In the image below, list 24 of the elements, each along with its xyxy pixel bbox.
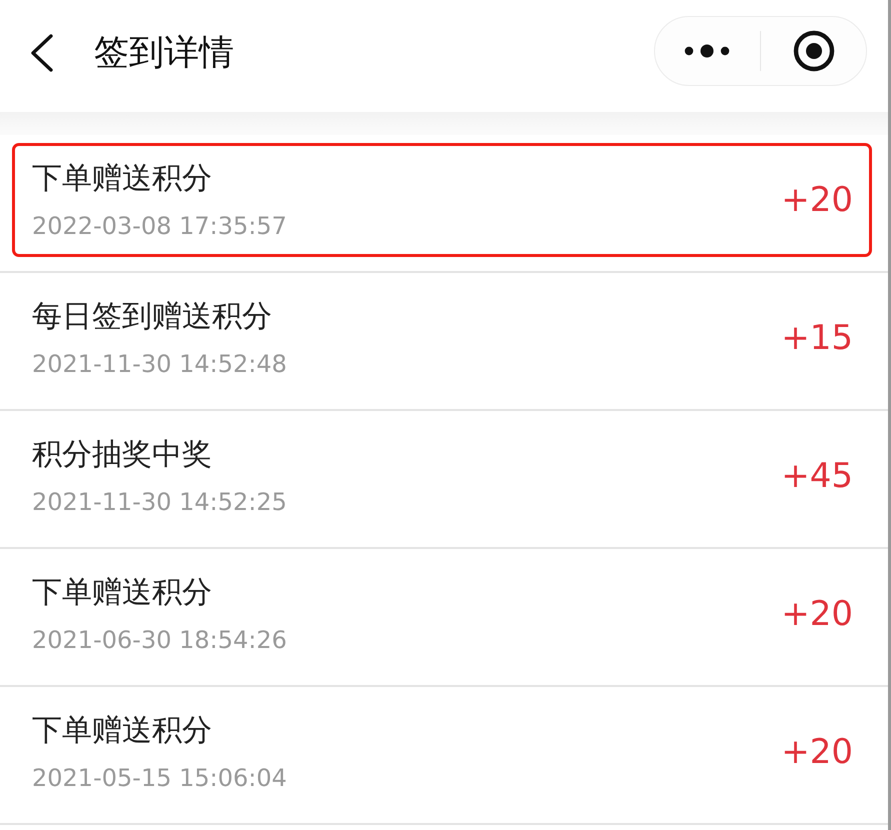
record-title: 每日签到赠送积分: [32, 299, 273, 335]
record-item[interactable]: 下单赠送积分 2022-03-08 17:35:57 +20: [12, 143, 872, 257]
record-time: 2022-03-08 17:35:57: [32, 211, 287, 241]
record-title: 下单赠送积分: [32, 575, 213, 611]
points-amount: +15: [781, 318, 853, 358]
page-title: 签到详情: [94, 32, 235, 74]
record-item[interactable]: 积分抽奖中奖 2021-11-30 14:52:25 +45: [12, 419, 872, 533]
record-item[interactable]: 每日签到赠送积分 2021-11-30 14:52:48 +15: [12, 281, 872, 395]
record-item[interactable]: 下单赠送积分 2021-06-30 18:54:26 +20: [12, 557, 872, 671]
record-title: 积分抽奖中奖: [32, 437, 213, 473]
points-amount: +20: [781, 594, 853, 634]
record-item[interactable]: 下单赠送积分 2021-05-15 15:06:04 +20: [12, 695, 872, 809]
record-time: 2021-11-30 14:52:48: [32, 349, 287, 379]
points-amount: +20: [781, 180, 853, 220]
record-time: 2021-11-30 14:52:25: [32, 487, 287, 517]
target-circle-icon: [792, 30, 835, 72]
points-amount: +20: [781, 732, 853, 772]
record-time: 2021-05-15 15:06:04: [32, 763, 287, 793]
record-time: 2021-06-30 18:54:26: [32, 625, 287, 655]
more-dots-icon: [684, 44, 730, 58]
record-title: 下单赠送积分: [32, 161, 213, 197]
points-amount: +45: [781, 456, 853, 496]
back-chevron-icon: [30, 34, 54, 72]
record-title: 下单赠送积分: [32, 713, 213, 749]
